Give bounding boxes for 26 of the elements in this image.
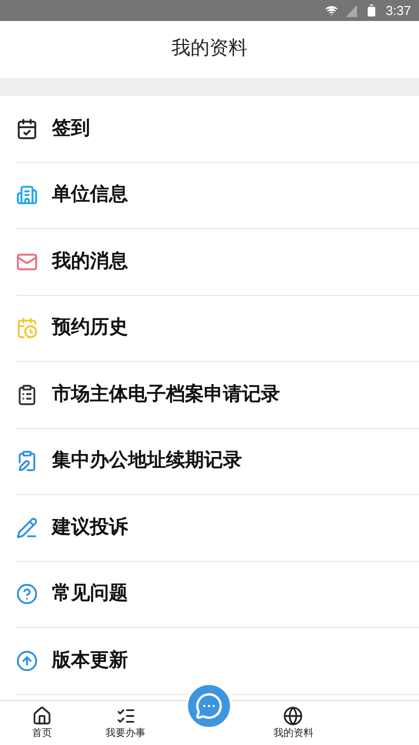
calendar-clock-icon	[16, 317, 38, 340]
menu-item[interactable]: 我的消息	[16, 229, 419, 296]
nav-tab[interactable]: 首页	[0, 701, 84, 745]
menu-item[interactable]: 单位信息	[16, 162, 419, 229]
signal-icon	[346, 4, 357, 16]
chat-icon	[195, 692, 224, 720]
page-title: 我的资料	[172, 37, 248, 62]
battery-icon	[364, 4, 378, 17]
clipboard-icon	[16, 450, 38, 472]
home-icon	[32, 706, 52, 726]
nav-tab[interactable]: 我的资料	[251, 701, 336, 745]
status-time: 3:37	[386, 2, 411, 20]
menu-item[interactable]: 常见问题	[16, 562, 419, 628]
menu-item[interactable]: 集中办公地址续期记录	[16, 428, 419, 495]
menu-item[interactable]: 预约历史	[16, 296, 419, 362]
help-icon	[16, 583, 38, 606]
globe-icon	[283, 706, 304, 726]
calendar-check-icon	[16, 118, 38, 140]
pencil-icon	[16, 516, 38, 539]
menu-item[interactable]: 建议投诉	[16, 495, 419, 562]
nav-tab[interactable]: 我要办事	[84, 701, 168, 745]
clipboard-icon	[16, 384, 38, 406]
menu-item[interactable]: 签到	[16, 96, 419, 162]
arrow-up-circle-icon	[16, 650, 38, 672]
menu-item[interactable]: 市场主体电子档案申请记录	[16, 362, 419, 428]
building-icon	[16, 184, 38, 206]
